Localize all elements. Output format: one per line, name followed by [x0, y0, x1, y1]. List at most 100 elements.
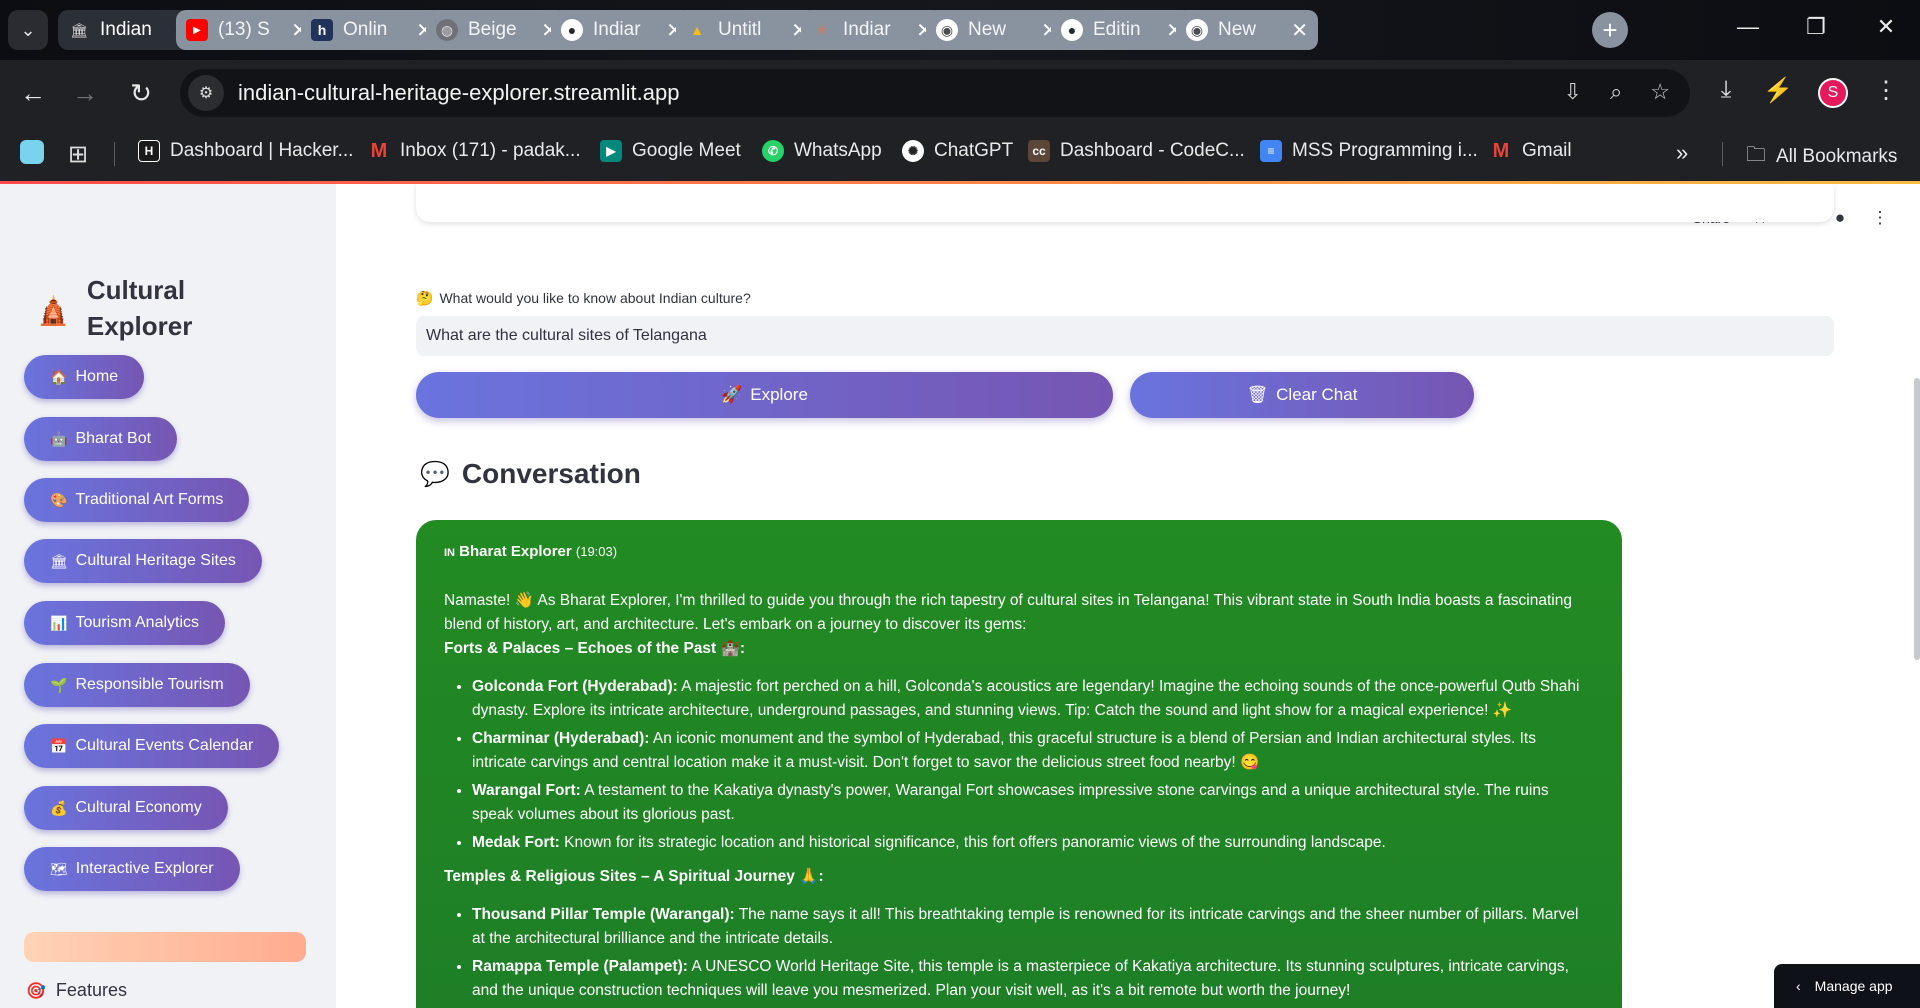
tab-8[interactable]: ● Editin ✕ [1051, 10, 1193, 50]
bookmark-item[interactable]: H Dashboard | Hacker... [138, 140, 353, 162]
message-sender: Bharat Explorer [459, 543, 572, 560]
speech-bubble-icon: 💬 [420, 460, 450, 488]
profile-avatar[interactable]: S [1818, 78, 1848, 108]
back-button[interactable]: ← [16, 76, 50, 110]
chrome-icon: ◉ [1186, 19, 1208, 41]
money-bag-icon: 💰 [50, 799, 68, 816]
zoom-icon[interactable]: ⌕ [1610, 79, 1622, 105]
performance-button[interactable]: ⚡ [1760, 76, 1796, 105]
sidebar-item-home[interactable]: 🏠 Home [24, 355, 145, 399]
sidebar-item-cultural-events-calendar[interactable]: 📅 Cultural Events Calendar [24, 724, 280, 768]
gmail-icon: M [1492, 139, 1510, 162]
bookmark-label: MSS Programming i... [1292, 140, 1478, 161]
chevron-double-right-icon: » [1676, 140, 1689, 165]
restore-button[interactable]: ❐ [1796, 14, 1836, 40]
sidebar-item-responsible-tourism[interactable]: 🌱 Responsible Tourism [24, 663, 250, 707]
forward-button[interactable]: → [68, 76, 102, 110]
list-item: Golconda Fort (Hyderabad): A majestic fo… [472, 675, 1594, 723]
bookmark-item[interactable]: M Gmail [1490, 140, 1572, 162]
omnibox-actions: ⇩ ⌕ ☆ [1564, 79, 1671, 105]
sidebar-item-traditional-art-forms[interactable]: 🎨 Traditional Art Forms [24, 478, 250, 522]
minimize-button[interactable]: — [1728, 14, 1768, 40]
clear-chat-button[interactable]: 🗑 Clear Chat [1130, 372, 1474, 418]
section-heading: Temples & Religious Sites – A Spiritual … [444, 868, 824, 885]
tab-search-button[interactable]: ⌄ [8, 10, 48, 50]
message-header: IN Bharat Explorer (19:03) [444, 540, 1594, 565]
downloads-button[interactable]: ⤓ [1708, 76, 1744, 104]
bookmark-label: WhatsApp [794, 140, 882, 161]
tab-3[interactable]: ◍ Beige ✕ [426, 10, 568, 50]
india-flag-icon: IN [444, 547, 455, 559]
browser-toolbar: ← → ↻ ⚙ indian-cultural-heritage-explore… [0, 60, 1920, 126]
sidebar-item-tourism-analytics[interactable]: 📊 Tourism Analytics [24, 601, 226, 645]
classical-building-icon: 🏛 [50, 552, 68, 569]
page-scrollbar[interactable] [1914, 378, 1920, 660]
side-panel-button[interactable] [20, 140, 44, 164]
map-icon: 🗺 [50, 860, 68, 877]
sidebar-item-interactive-explorer[interactable]: 🗺 Interactive Explorer [24, 847, 240, 891]
tab-6[interactable]: ✳ Indiar ✕ [801, 10, 943, 50]
thinking-icon: 🤔 [416, 290, 434, 306]
chatgpt-icon: ✺ [902, 140, 924, 162]
apps-button[interactable]: ⊞ [68, 140, 88, 169]
browser-menu-button[interactable]: ⋮ [1868, 76, 1904, 105]
bookmark-item[interactable]: M Inbox (171) - padak... [368, 140, 581, 162]
sidebar-item-label: Bharat Bot [75, 430, 152, 447]
tab-1[interactable]: ▶ (13) S ✕ [176, 10, 318, 50]
youtube-icon: ▶ [186, 19, 208, 41]
all-bookmarks-label: All Bookmarks [1776, 146, 1898, 167]
manage-app-button[interactable]: ‹ Manage app [1774, 964, 1920, 1008]
more-bookmarks-button[interactable]: » [1676, 140, 1688, 166]
kebab-menu-icon[interactable]: ⋮ [1870, 208, 1890, 228]
all-bookmarks-button[interactable]: 🗀 All Bookmarks [1746, 140, 1897, 174]
bookmark-item[interactable]: cc Dashboard - CodeC... [1028, 140, 1245, 162]
home-icon: 🏠 [50, 368, 68, 385]
sidebar-item-label: Responsible Tourism [75, 676, 224, 693]
tab-7[interactable]: ◉ New ✕ [926, 10, 1068, 50]
manage-app-label: Manage app [1814, 978, 1893, 994]
sidebar-item-cultural-economy[interactable]: 💰 Cultural Economy [24, 786, 228, 830]
item-title: Warangal Fort: [472, 782, 581, 799]
item-title: Golconda Fort (Hyderabad): [472, 678, 678, 695]
close-window-button[interactable]: ✕ [1866, 14, 1906, 40]
install-app-icon[interactable]: ⇩ [1564, 79, 1582, 105]
meet-icon: ▶ [600, 140, 622, 162]
sidebar-item-cultural-heritage-sites[interactable]: 🏛 Cultural Heritage Sites [24, 539, 262, 583]
tab-title: Indian [100, 19, 152, 40]
bookmark-divider [1722, 142, 1723, 166]
tab-4[interactable]: ● Indiar ✕ [551, 10, 693, 50]
sidebar-item-bharat-bot[interactable]: 🤖 Bharat Bot [24, 417, 178, 461]
tab-9[interactable]: ◉ New ✕ [1176, 10, 1318, 50]
chevron-left-icon: ‹ [1796, 978, 1801, 994]
bookmark-item[interactable]: ▶ Google Meet [600, 140, 741, 162]
item-title: Thousand Pillar Temple (Warangal): [472, 906, 735, 923]
tab-strip: ⌄ 🏛 Indian ✕ ▶ (13) S ✕ h Onlin ✕ ◍ Beig… [0, 0, 1920, 60]
tab-2[interactable]: h Onlin ✕ [301, 10, 443, 50]
close-icon[interactable]: ✕ [1291, 18, 1308, 43]
new-tab-button[interactable]: + [1592, 12, 1628, 48]
reload-button[interactable]: ↻ [124, 76, 158, 110]
item-title: Ramappa Temple (Palampet): [472, 958, 688, 975]
query-label-text: What would you like to know about Indian… [439, 290, 751, 306]
query-input[interactable]: What are the cultural sites of Telangana [416, 316, 1834, 356]
message-time: (19:03) [575, 544, 618, 559]
star-icon[interactable]: ☆ [1650, 79, 1670, 105]
url-text[interactable]: indian-cultural-heritage-explorer.stream… [238, 80, 679, 106]
codechef-icon: cc [1028, 140, 1050, 162]
museum-icon: 🏛 [70, 21, 88, 38]
bookmark-item[interactable]: ✆ WhatsApp [762, 140, 882, 162]
site-info-icon[interactable]: ⚙ [188, 75, 224, 111]
bookmark-item[interactable]: ≡ MSS Programming i... [1260, 140, 1478, 162]
tab-5[interactable]: ▲ Untitl ✕ [676, 10, 818, 50]
forts-list: Golconda Fort (Hyderabad): A majestic fo… [472, 675, 1594, 855]
h-logo-icon: h [311, 19, 333, 41]
gmail-icon: M [370, 139, 388, 162]
target-icon: 🎯 [26, 982, 46, 1000]
clear-chat-label: Clear Chat [1276, 385, 1358, 404]
address-bar[interactable]: ⚙ indian-cultural-heritage-explorer.stre… [180, 69, 1690, 117]
conversation-heading: 💬 Conversation [420, 458, 641, 490]
bookmark-item[interactable]: ✺ ChatGPT [902, 140, 1013, 162]
explore-button[interactable]: 🚀 Explore [416, 372, 1113, 418]
side-panel-icon [20, 140, 44, 164]
bar-chart-icon: 📊 [50, 614, 68, 631]
